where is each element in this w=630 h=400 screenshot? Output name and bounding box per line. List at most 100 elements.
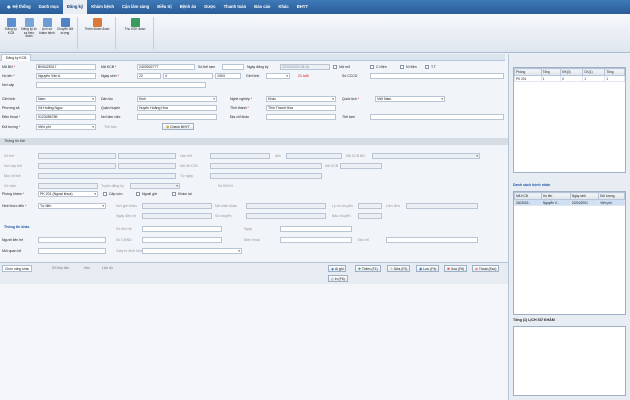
tt-checkbox[interactable] <box>425 65 429 69</box>
noi-lam-viec-field[interactable] <box>137 114 217 120</box>
col-tong2[interactable]: Tổng <box>604 68 625 76</box>
so-cccd-field[interactable] <box>370 73 504 79</box>
ly-do-field[interactable] <box>358 203 382 209</box>
ngay-dieu-tri-field[interactable] <box>142 213 212 219</box>
n-hien-checkbox[interactable] <box>400 65 404 69</box>
dien-thoai-field[interactable]: 0123456789 <box>36 114 96 120</box>
tinh-field[interactable]: Tỉnh Thanh Hóa <box>266 105 336 111</box>
dia-chi2-field[interactable] <box>386 237 478 243</box>
the-tam-field[interactable] <box>370 114 504 120</box>
c-hien-checkbox[interactable] <box>370 65 374 69</box>
ma-chuyen-field[interactable] <box>246 203 326 209</box>
in-button[interactable]: ⎙In (F6) <box>328 275 348 282</box>
menu-danh-muc[interactable]: Danh mục <box>35 0 63 14</box>
dang-ky-kcb-button[interactable]: Đăng ký KCB <box>2 17 20 49</box>
moi-quan-he-field[interactable] <box>38 248 106 254</box>
so-lien-he-field[interactable] <box>142 226 222 232</box>
menu-khac[interactable]: Khác <box>274 0 292 14</box>
menu-kham-benh[interactable]: Khám bệnh <box>87 0 118 14</box>
kham-lai-checkbox[interactable] <box>172 192 176 196</box>
so-cmnd-field[interactable] <box>142 237 222 243</box>
mkcb-field[interactable] <box>340 163 382 169</box>
ngay-field[interactable] <box>280 226 352 232</box>
ngay-sinh-day[interactable]: 22 <box>137 73 161 79</box>
chuyen-doi-tuong-button[interactable]: Chuyển đối tượng <box>56 17 74 49</box>
tab-hen[interactable]: Hẹn <box>82 265 92 272</box>
tab-dang-ky-kcb[interactable]: Đăng ký KCB <box>1 54 32 61</box>
dia-chi-khac-field[interactable] <box>266 114 336 120</box>
ho-ten-field[interactable]: Nguyễn Văn A <box>36 73 96 79</box>
tab-chuc-nang-khac[interactable]: Chức năng khác <box>2 265 33 272</box>
thu-ksk-doan-button[interactable]: Thu KSK đoàn <box>120 17 150 49</box>
menu-benh-an[interactable]: Bệnh án <box>176 0 201 14</box>
sua-button[interactable]: ✎Sửa (F2) <box>387 265 411 272</box>
menu-dang-ky[interactable]: Đăng ký <box>62 0 88 14</box>
ma-bn-field[interactable]: BN0425317 <box>36 64 96 70</box>
giay-to-select[interactable] <box>142 248 242 254</box>
col-ma-kcb[interactable]: Mã KCB <box>514 192 542 200</box>
so-the-field[interactable] <box>38 153 116 159</box>
phuong-xa-field[interactable]: Xã Hoằng Ngọc <box>36 105 96 111</box>
noi-cap-field[interactable] <box>36 82 206 88</box>
ai-ghi-button[interactable]: ◉Ai ghi <box>328 265 347 272</box>
table-row[interactable]: 2403002... Nguyễn V... 22/04/2001 Viện p… <box>514 199 625 206</box>
dia-chi-the-field[interactable] <box>38 173 176 179</box>
col-ho-ten[interactable]: Họ tên <box>540 192 571 200</box>
ngay-dang-ky-field[interactable]: 22/04/2024 08:16 <box>280 64 330 70</box>
menu-duoc[interactable]: Dược <box>200 0 219 14</box>
noi-gioi-thieu-field[interactable] <box>142 203 212 209</box>
dang-ky-tu-xa-button[interactable]: Đăng ký từ xa theo đoàn <box>20 17 38 49</box>
luu-button[interactable]: ▣Lưu (F4) <box>416 265 440 272</box>
ngay-sinh-month[interactable]: 4 <box>163 73 213 79</box>
col-phong[interactable]: Phòng <box>514 68 542 76</box>
menu-bhyt[interactable]: BHYT <box>293 0 312 14</box>
ma-kcb-field[interactable]: 2403002777 <box>137 64 195 70</box>
han-the-field[interactable] <box>210 153 270 159</box>
tu-ngay-field[interactable] <box>210 173 322 179</box>
gioi-tinh2-select[interactable]: Nam <box>36 96 96 102</box>
so-nam-field[interactable] <box>38 183 98 189</box>
col-ck[interactable]: CK(1) <box>582 68 606 76</box>
xoa-button[interactable]: ✖Xóa (F8) <box>444 265 468 272</box>
so-the-tam-field[interactable] <box>222 64 244 70</box>
col-doi-tuong[interactable]: Đối tượng <box>598 192 625 200</box>
den-field[interactable] <box>286 153 342 159</box>
menu-thanh-toan[interactable]: Thanh toán <box>220 0 251 14</box>
col-tong[interactable]: Tổng <box>540 68 562 76</box>
dan-toc-select[interactable]: Kinh <box>137 96 217 102</box>
menu-bao-cao[interactable]: Báo cáo <box>250 0 274 14</box>
chuyen-la-field[interactable] <box>358 213 382 219</box>
col-ngay-sinh[interactable]: Ngày sinh <box>569 192 600 200</box>
lich-su-kham-button[interactable]: Lịch sử khám bệnh <box>38 17 56 49</box>
tab-lich-su[interactable]: Lịch sử <box>100 265 115 272</box>
nghe-nghiep-select[interactable]: Khác <box>266 96 336 102</box>
ngoai-gio-checkbox[interactable] <box>136 192 140 196</box>
tab-ds-tiep-don[interactable]: DS tiếp đón <box>50 265 71 272</box>
dien-thoai2-field[interactable] <box>280 237 352 243</box>
nguoi-lien-he-field[interactable] <box>38 237 106 243</box>
thoat-button[interactable]: ⊗Thoát (Esc) <box>472 265 500 272</box>
so-the-field-2[interactable] <box>118 153 176 159</box>
check-bhyt-button[interactable]: ▣ Check BHYT <box>162 123 194 130</box>
ngay-sinh-year[interactable]: 1904 <box>215 73 241 79</box>
quan-huyen-field[interactable]: Huyện Hoằng Hóa <box>137 105 217 111</box>
table-row[interactable]: PK 201 1 0 1 1 <box>514 75 625 82</box>
noi-mo-checkbox[interactable] <box>333 65 337 69</box>
quoc-tich-select[interactable]: Việt Nam <box>375 96 445 102</box>
hinh-thuc-den-select[interactable]: Tự đến <box>38 203 106 209</box>
tuyen-select[interactable] <box>130 183 180 189</box>
so-chuyen-field[interactable] <box>246 213 326 219</box>
lien-don-field[interactable] <box>406 203 478 209</box>
gioi-tinh-select[interactable] <box>266 73 290 79</box>
menu-dieu-tri[interactable]: Điều trị <box>153 0 175 14</box>
ma-kcbbd-select[interactable] <box>372 153 480 159</box>
them-button[interactable]: ✚Thêm (F1) <box>355 265 381 272</box>
col-dk[interactable]: ĐK(0) <box>560 68 584 76</box>
them-kham-doan-button[interactable]: Thêm khám đoàn <box>82 17 112 49</box>
ma-dk-field[interactable] <box>210 163 322 169</box>
doi-tuong-select[interactable]: Viện phí <box>36 124 96 130</box>
phong-kham-select[interactable]: PK 201 (Ngoại khoa) <box>38 191 98 197</box>
noi-cap-the-field[interactable] <box>38 163 116 169</box>
noi-cap-the-field-2[interactable] <box>118 163 176 169</box>
menu-can-lam-sang[interactable]: Cận lâm sàng <box>118 0 153 14</box>
